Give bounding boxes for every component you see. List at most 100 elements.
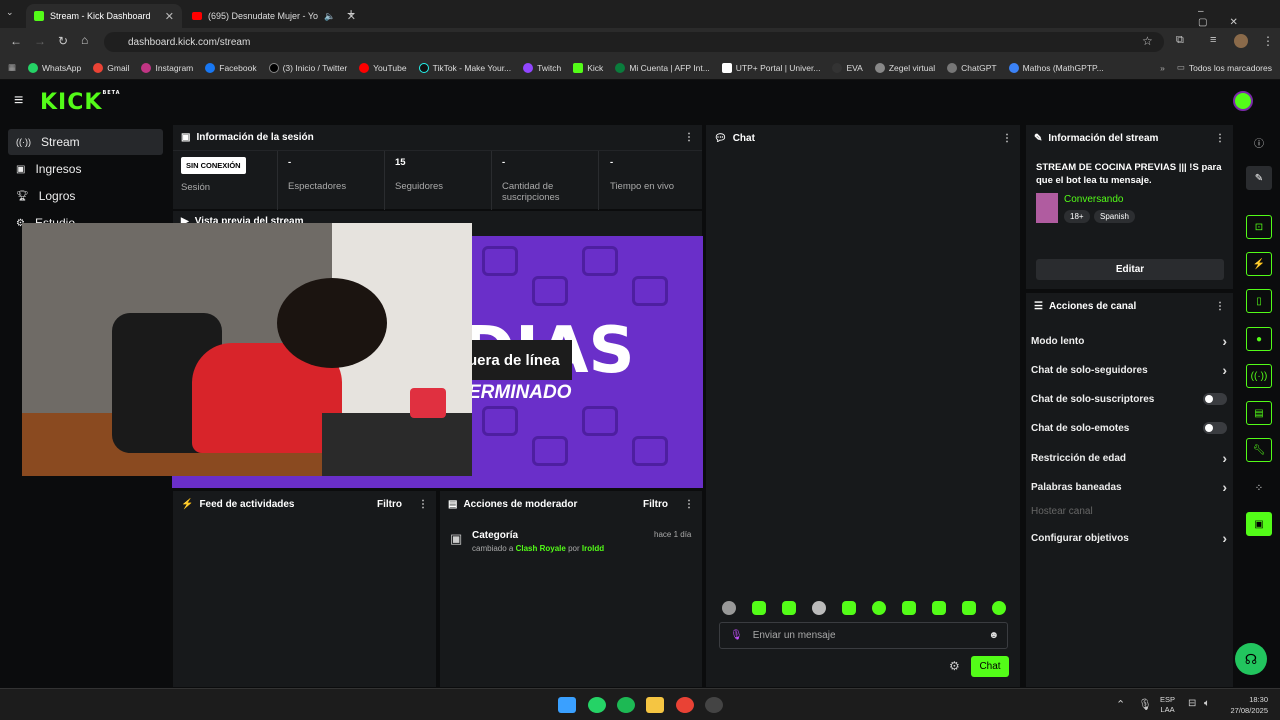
chat-settings-icon[interactable]: ⚙ — [949, 659, 960, 673]
action-slow-mode[interactable]: Modo lento › — [1031, 333, 1227, 349]
more-vertical-icon[interactable]: ⋮ — [1215, 301, 1225, 312]
emote-icon[interactable] — [752, 601, 766, 615]
edit-stream-button[interactable]: Editar — [1036, 259, 1224, 280]
bookmark-whatsapp[interactable]: WhatsApp — [22, 62, 87, 73]
mod-entry-category[interactable]: Clash Royale — [516, 544, 566, 553]
chrome-app-icon[interactable] — [676, 697, 694, 713]
nodes-tool-icon[interactable]: ⁘ — [1246, 476, 1272, 500]
tray-chevron-icon[interactable]: ⌃ — [1116, 698, 1125, 711]
profile-avatar[interactable] — [1234, 34, 1248, 48]
windows-start-icon[interactable] — [558, 697, 576, 713]
info-icon[interactable]: ⓘ — [1246, 130, 1272, 154]
lightning-tool-icon[interactable]: ⚡ — [1246, 252, 1272, 276]
tab-kick-dashboard[interactable]: Stream - Kick Dashboard ✕ — [26, 4, 182, 28]
gift-tool-icon[interactable]: ▣ — [1246, 512, 1272, 536]
emote-icon[interactable] — [722, 601, 736, 615]
extensions-icon[interactable]: ⧉ — [1176, 34, 1184, 47]
edit-tool-icon[interactable]: ✎ — [1246, 166, 1272, 190]
stream-category[interactable]: Conversando — [1064, 194, 1123, 205]
media-icon[interactable]: ≡ — [1210, 34, 1216, 46]
sidebar-item-stream[interactable]: ((·)) Stream — [8, 129, 163, 155]
reload-icon[interactable]: ↻ — [58, 34, 68, 48]
bookmark-gmail[interactable]: Gmail — [87, 62, 135, 73]
webcam-overlay[interactable] — [22, 223, 472, 476]
emote-icon[interactable] — [902, 601, 916, 615]
emote-icon[interactable] — [842, 601, 856, 615]
bookmark-instagram[interactable]: Instagram — [135, 62, 199, 73]
bookmark-youtube[interactable]: YouTube — [353, 62, 412, 73]
bookmark-facebook[interactable]: Facebook — [199, 62, 262, 73]
forward-icon[interactable]: → — [34, 34, 46, 48]
support-headset-icon[interactable]: ☊ — [1235, 643, 1267, 675]
more-vertical-icon[interactable]: ⋮ — [1215, 133, 1225, 144]
subscribers-only-toggle[interactable] — [1203, 393, 1227, 405]
send-chat-button[interactable]: Chat — [971, 656, 1009, 677]
emote-icon[interactable] — [872, 601, 886, 615]
more-bookmarks-icon[interactable]: » — [1154, 63, 1171, 73]
sidebar-item-ingresos[interactable]: ▣ Ingresos — [8, 156, 163, 182]
bookmark-star-icon[interactable]: ☆ — [1142, 34, 1153, 48]
emote-icon[interactable] — [932, 601, 946, 615]
network-icon[interactable]: ⊟ — [1188, 698, 1196, 709]
window-controls[interactable]: –▢✕ — [1198, 6, 1280, 28]
bookmark-zegel[interactable]: Zegel virtual — [869, 62, 941, 73]
apps-grid-icon[interactable]: ▦ — [0, 62, 22, 73]
spotify-app-icon[interactable] — [617, 697, 635, 713]
mod-entry-user[interactable]: Iroldd — [582, 544, 604, 553]
bookmark-twitch[interactable]: Twitch — [517, 62, 567, 73]
chat-input[interactable]: 🎙︎ Enviar un mensaje ☻ — [719, 622, 1008, 649]
sidebar-item-logros[interactable]: 🏆︎ Logros — [8, 183, 163, 209]
chat-tool-icon[interactable]: ● — [1246, 327, 1272, 351]
emote-icon[interactable] — [812, 601, 826, 615]
emote-icon[interactable] — [962, 601, 976, 615]
more-vertical-icon[interactable]: ⋮ — [418, 499, 428, 510]
kick-logo[interactable]: KICKBETA — [40, 90, 121, 115]
bookmark-twitter[interactable]: (3) Inicio / Twitter — [263, 62, 354, 73]
emote-icon[interactable] — [782, 601, 796, 615]
mod-filter-button[interactable]: Filtro — [643, 499, 668, 510]
bookmark-afp[interactable]: Mi Cuenta | AFP Int... — [609, 62, 715, 73]
volume-icon[interactable]: 🔈︎ — [1204, 698, 1210, 709]
microphone-tray-icon[interactable]: 🎙︎ — [1138, 698, 1152, 711]
obs-app-icon[interactable] — [705, 697, 723, 713]
more-vertical-icon[interactable]: ⋮ — [1002, 133, 1012, 144]
action-followers-only[interactable]: Chat de solo-seguidores › — [1031, 362, 1227, 378]
action-age-restriction[interactable]: Restricción de edad › — [1031, 450, 1227, 466]
clipboard-tool-icon[interactable]: ▯ — [1246, 289, 1272, 313]
bookmark-tiktok[interactable]: TikTok - Make Your... — [413, 62, 518, 73]
language-indicator[interactable]: ESP LAA — [1160, 695, 1175, 715]
browser-menu-icon[interactable]: ⋮ — [1262, 34, 1274, 48]
action-banned-words[interactable]: Palabras baneadas › — [1031, 479, 1227, 495]
bookmark-mathos[interactable]: Mathos (MathGPTP... — [1003, 62, 1110, 73]
user-avatar[interactable] — [1233, 91, 1253, 111]
bookmark-kick[interactable]: Kick — [567, 62, 609, 73]
new-tab-icon[interactable]: + — [347, 5, 355, 21]
feed-filter-button[interactable]: Filtro — [377, 499, 402, 510]
close-tab-icon[interactable]: ✕ — [165, 10, 174, 23]
tab-youtube[interactable]: (695) Desnudate Mujer - Yo 🔈 ✕ — [184, 4, 364, 28]
bookmark-utp[interactable]: UTP+ Portal | Univer... — [716, 62, 827, 73]
home-icon[interactable]: ⌂ — [81, 33, 88, 47]
tab-list-icon[interactable]: ⌄ — [6, 7, 20, 21]
wrench-tool-icon[interactable]: 🔧︎ — [1246, 438, 1272, 462]
hamburger-menu-icon[interactable]: ≡ — [14, 92, 23, 110]
action-configure-goals[interactable]: Configurar objetivos › — [1031, 530, 1227, 546]
more-vertical-icon[interactable]: ⋮ — [684, 132, 694, 143]
file-explorer-icon[interactable] — [646, 697, 664, 713]
whatsapp-app-icon[interactable] — [588, 697, 606, 713]
emote-icon[interactable] — [992, 601, 1006, 615]
clock[interactable]: 18:30 27/08/2025 — [1224, 694, 1268, 716]
emotes-only-toggle[interactable] — [1203, 422, 1227, 434]
screen-tool-icon[interactable]: ⊡ — [1246, 215, 1272, 239]
broadcast-tool-icon[interactable]: ((·)) — [1246, 364, 1272, 388]
more-vertical-icon[interactable]: ⋮ — [684, 499, 694, 510]
bookmark-chatgpt[interactable]: ChatGPT — [941, 62, 1002, 73]
speaker-icon[interactable]: 🔈 — [324, 11, 335, 22]
layers-tool-icon[interactable]: ▤ — [1246, 401, 1272, 425]
bookmark-eva[interactable]: EVA — [826, 62, 868, 73]
microphone-icon[interactable]: 🎙︎ — [730, 630, 743, 641]
emoji-icon[interactable]: ☻ — [988, 630, 999, 641]
all-bookmarks-folder[interactable]: ▭ Todos los marcadores — [1171, 62, 1280, 73]
back-icon[interactable]: ← — [10, 34, 22, 48]
url-bar[interactable]: dashboard.kick.com/stream — [104, 32, 1164, 52]
